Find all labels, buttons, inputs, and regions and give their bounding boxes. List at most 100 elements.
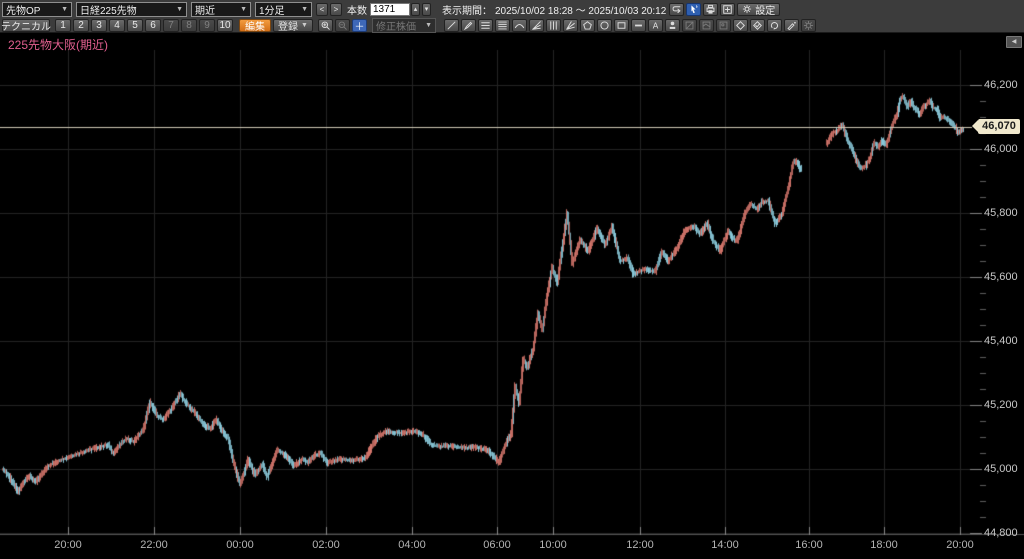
bars-increment-button[interactable]: ▴ bbox=[411, 3, 420, 16]
next-period-button[interactable]: > bbox=[330, 3, 342, 16]
chart-preset-buttons: 12345678910 bbox=[55, 19, 235, 32]
preset-3-button[interactable]: 3 bbox=[91, 19, 107, 32]
toolbar: 先物OP▼ 日経225先物▼ 期近▼ 1分足▼ < > 本数 ▴▾ 表示期間： … bbox=[0, 0, 1024, 33]
toolbar-row-2: テクニカル 12345678910 編集 登録▼ ＋ 修正株価 ▼ A bbox=[0, 17, 1024, 33]
trading-chart-app: 先物OP▼ 日経225先物▼ 期近▼ 1分足▼ < > 本数 ▴▾ 表示期間： … bbox=[0, 0, 1024, 559]
add-chart-button[interactable]: ＋ bbox=[352, 19, 367, 32]
technical-button[interactable]: テクニカル bbox=[2, 19, 50, 32]
chevron-down-icon: ▼ bbox=[425, 22, 432, 29]
select-contract-month-value: 期近 bbox=[195, 2, 215, 17]
arc-icon[interactable] bbox=[512, 19, 527, 32]
bars-count-input[interactable] bbox=[370, 3, 410, 16]
svg-text:A: A bbox=[653, 21, 659, 30]
preset-8-button[interactable]: 8 bbox=[181, 19, 197, 32]
preset-5-button[interactable]: 5 bbox=[127, 19, 143, 32]
drawing-tools: A bbox=[444, 19, 818, 32]
preset-4-button[interactable]: 4 bbox=[109, 19, 125, 32]
settings-label: 設定 bbox=[755, 2, 775, 17]
printer-icon[interactable] bbox=[703, 3, 718, 16]
select-product-category[interactable]: 先物OP ▼ bbox=[2, 2, 72, 17]
pentagon-icon[interactable] bbox=[580, 19, 595, 32]
select-instrument[interactable]: 日経225先物▼ bbox=[76, 2, 187, 17]
price-tick-label: 45,400 bbox=[984, 335, 1024, 347]
pen-marker-icon[interactable] bbox=[784, 19, 799, 32]
text-icon[interactable]: A bbox=[648, 19, 663, 32]
preset-1-button[interactable]: 1 bbox=[55, 19, 71, 32]
select-timeframe-value: 1分足 bbox=[259, 2, 285, 17]
time-tick-label: 04:00 bbox=[392, 539, 432, 551]
time-tick-label: 12:00 bbox=[620, 539, 660, 551]
eraser-check-icon[interactable] bbox=[750, 19, 765, 32]
toolbar-row-1: 先物OP▼ 日経225先物▼ 期近▼ 1分足▼ < > 本数 ▴▾ 表示期間： … bbox=[0, 0, 1024, 17]
period-value: 2025/10/02 18:28 ～ 2025/10/03 20:12 bbox=[495, 2, 666, 17]
adjusted-price-label: 修正株価 bbox=[376, 18, 416, 33]
chevron-down-icon: ▼ bbox=[240, 6, 247, 13]
preset-10-button[interactable]: 10 bbox=[217, 19, 233, 32]
preset-2-button[interactable]: 2 bbox=[73, 19, 89, 32]
image-3-icon[interactable] bbox=[716, 19, 731, 32]
select-contract-month[interactable]: 期近 ▼ bbox=[191, 2, 251, 17]
preset-9-button[interactable]: 9 bbox=[199, 19, 215, 32]
select-adjusted-price: 修正株価 ▼ bbox=[372, 18, 436, 33]
cursor-tracking-icon[interactable] bbox=[686, 3, 701, 16]
fan-lines-icon[interactable] bbox=[529, 19, 544, 32]
chevron-down-icon: ▼ bbox=[301, 22, 308, 29]
collapse-axis-button[interactable]: ◀ bbox=[1006, 36, 1022, 48]
register-button[interactable]: 登録▼ bbox=[273, 19, 313, 32]
zoom-out-icon[interactable] bbox=[335, 19, 350, 32]
image-1-icon[interactable] bbox=[682, 19, 697, 32]
rectangle-icon[interactable] bbox=[614, 19, 629, 32]
gear-icon bbox=[742, 4, 752, 14]
pencil-icon[interactable] bbox=[461, 19, 476, 32]
eraser-icon[interactable] bbox=[733, 19, 748, 32]
chart-area: 225先物大阪(期近) ◀ 46,070 46,20046,00045,8004… bbox=[0, 32, 1024, 559]
undo-arrow-icon[interactable] bbox=[669, 3, 684, 16]
candlestick-canvas[interactable] bbox=[0, 32, 1024, 559]
time-tick-label: 10:00 bbox=[533, 539, 573, 551]
trend-line-icon[interactable] bbox=[444, 19, 459, 32]
time-tick-label: 00:00 bbox=[220, 539, 260, 551]
price-tick-label: 45,600 bbox=[984, 271, 1024, 283]
time-tick-label: 14:00 bbox=[705, 539, 745, 551]
time-tick-label: 02:00 bbox=[306, 539, 346, 551]
time-tick-label: 18:00 bbox=[864, 539, 904, 551]
chevron-down-icon: ▼ bbox=[301, 6, 308, 13]
price-tick-label: 45,000 bbox=[984, 463, 1024, 475]
edit-button[interactable]: 編集 bbox=[239, 19, 271, 32]
preset-6-button[interactable]: 6 bbox=[145, 19, 161, 32]
select-timeframe[interactable]: 1分足 ▼ bbox=[255, 2, 312, 17]
horizontal-lines-icon[interactable] bbox=[478, 19, 493, 32]
stamp-icon[interactable] bbox=[665, 19, 680, 32]
horizontal-dash-icon[interactable] bbox=[631, 19, 646, 32]
time-tick-label: 22:00 bbox=[134, 539, 174, 551]
toolbar-icon-group bbox=[669, 3, 737, 16]
undo-curl-icon[interactable] bbox=[767, 19, 782, 32]
gann-fan-icon[interactable] bbox=[563, 19, 578, 32]
prev-period-button[interactable]: < bbox=[316, 3, 328, 16]
gear-dim-icon[interactable] bbox=[801, 19, 816, 32]
price-tick-label: 46,000 bbox=[984, 143, 1024, 155]
select-product-category-value: 先物OP bbox=[6, 2, 40, 17]
period-label: 表示期間： bbox=[442, 2, 492, 17]
price-tick-label: 46,200 bbox=[984, 79, 1024, 91]
preset-7-button[interactable]: 7 bbox=[163, 19, 179, 32]
time-tick-label: 06:00 bbox=[477, 539, 517, 551]
bars-label: 本数 bbox=[347, 2, 367, 17]
time-tick-label: 20:00 bbox=[48, 539, 88, 551]
chevron-down-icon: ▼ bbox=[61, 6, 68, 13]
select-instrument-value: 日経225先物 bbox=[80, 2, 137, 17]
zoom-buttons: ＋ bbox=[318, 19, 369, 32]
price-tick-label: 45,800 bbox=[984, 207, 1024, 219]
ellipse-icon[interactable] bbox=[597, 19, 612, 32]
vertical-lines-icon[interactable] bbox=[546, 19, 561, 32]
zoom-in-icon[interactable] bbox=[318, 19, 333, 32]
price-tick-label: 44,800 bbox=[984, 527, 1024, 539]
bars-decrement-button[interactable]: ▾ bbox=[422, 3, 431, 16]
bars-spinner: ▴▾ bbox=[411, 3, 433, 16]
time-tick-label: 16:00 bbox=[789, 539, 829, 551]
horizontal-lines-bold-icon[interactable] bbox=[495, 19, 510, 32]
price-tick-label: 45,200 bbox=[984, 399, 1024, 411]
new-window-icon[interactable] bbox=[720, 3, 735, 16]
image-2-icon[interactable] bbox=[699, 19, 714, 32]
settings-button[interactable]: 設定 bbox=[737, 3, 780, 16]
